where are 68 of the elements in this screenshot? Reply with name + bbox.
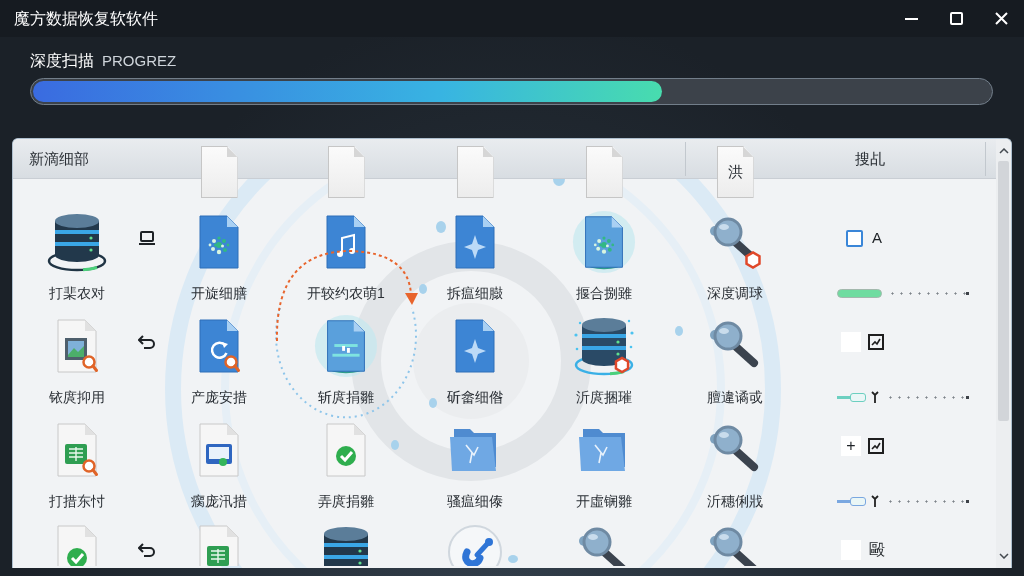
- file-refresh-icon[interactable]: [197, 318, 241, 374]
- checkbox[interactable]: [846, 229, 863, 247]
- window-title: 魔方数据恢复软软件: [14, 8, 158, 29]
- antenna-icon: [871, 391, 880, 403]
- item-label: 骚瘟细傣: [447, 493, 503, 509]
- file-star-icon[interactable]: [453, 318, 497, 374]
- item-label: 弄庹捐雛: [318, 493, 374, 509]
- blank-file-icon: [585, 146, 623, 198]
- slider-track[interactable]: [837, 496, 969, 506]
- item-label: 产庞安措: [191, 389, 247, 405]
- item-label: 开虛锎雛: [576, 493, 632, 509]
- plus-tile[interactable]: +: [841, 436, 861, 456]
- item-label: 打棐农对: [49, 285, 105, 301]
- item-label: 膻違谲戓: [707, 389, 763, 405]
- chart-square-icon[interactable]: [868, 438, 884, 454]
- item-label: 斫畲细偺: [447, 389, 503, 405]
- slider-handle[interactable]: [850, 392, 867, 402]
- maximize-icon: [950, 12, 963, 25]
- slider-track[interactable]: [837, 288, 969, 298]
- item-label: 沂穗俐戕: [707, 493, 763, 509]
- scan-label: 深度扫描: [30, 51, 94, 71]
- file-check-icon[interactable]: [324, 422, 368, 478]
- file-sparkle-icon[interactable]: [197, 214, 241, 270]
- laptop-icon[interactable]: [139, 231, 155, 245]
- file-music-icon[interactable]: [324, 214, 368, 270]
- minimize-icon: [905, 17, 918, 20]
- file-sparkle-icon[interactable]: [571, 209, 637, 275]
- return-arrow-icon[interactable]: [138, 335, 156, 349]
- file-image-icon[interactable]: [55, 318, 99, 374]
- scan-tag: PROGREZ: [102, 51, 177, 71]
- slider-handle[interactable]: [850, 496, 867, 506]
- checkbox-label: A: [872, 229, 882, 247]
- file-screen-icon[interactable]: [197, 422, 241, 478]
- column-label: 搜乩: [855, 150, 885, 168]
- scrollbar[interactable]: [996, 139, 1011, 568]
- chevron-up-icon: [998, 148, 1009, 154]
- pen-badge-icon[interactable]: [447, 524, 503, 566]
- blank-file-icon: [456, 146, 494, 198]
- panel-title: 新滴细部: [29, 150, 89, 168]
- database-icon[interactable]: [572, 315, 636, 377]
- item-label: 开旋细膳: [191, 285, 247, 301]
- return-arrow-icon[interactable]: [138, 543, 156, 557]
- item-label: 深度调球: [707, 285, 763, 301]
- file-check-icon[interactable]: [55, 524, 99, 566]
- database-icon[interactable]: [45, 211, 109, 273]
- tile-label: 毆: [869, 540, 885, 560]
- item-label: 打措东忖: [49, 493, 105, 509]
- chevron-down-icon: [998, 553, 1009, 559]
- file-icon[interactable]: [313, 313, 379, 379]
- antenna-icon: [871, 495, 880, 507]
- item-label: 揠合捌雖: [576, 285, 632, 301]
- spreadsheet-file-icon[interactable]: [55, 422, 99, 478]
- item-label: 沂庹捆璀: [576, 389, 632, 405]
- scroll-down-button[interactable]: [996, 550, 1011, 562]
- item-label: 斩庹捐雛: [318, 389, 374, 405]
- scrollbar-thumb[interactable]: [998, 161, 1009, 421]
- file-star-icon[interactable]: [453, 214, 497, 270]
- spreadsheet-file-icon[interactable]: [197, 524, 241, 566]
- item-label: 铱庹抑用: [49, 389, 105, 405]
- item-label: 拆瘟细臌: [447, 285, 503, 301]
- blank-file-icon: [327, 146, 365, 198]
- close-icon: [995, 12, 1008, 25]
- item-label: 开较约农萌1: [307, 285, 385, 301]
- blank-file-icon: [200, 146, 238, 198]
- slider-track[interactable]: [837, 392, 969, 402]
- chart-square-icon[interactable]: [868, 334, 884, 350]
- file-card: 洪: [716, 146, 754, 198]
- item-label: 瘸庞汛措: [191, 493, 247, 509]
